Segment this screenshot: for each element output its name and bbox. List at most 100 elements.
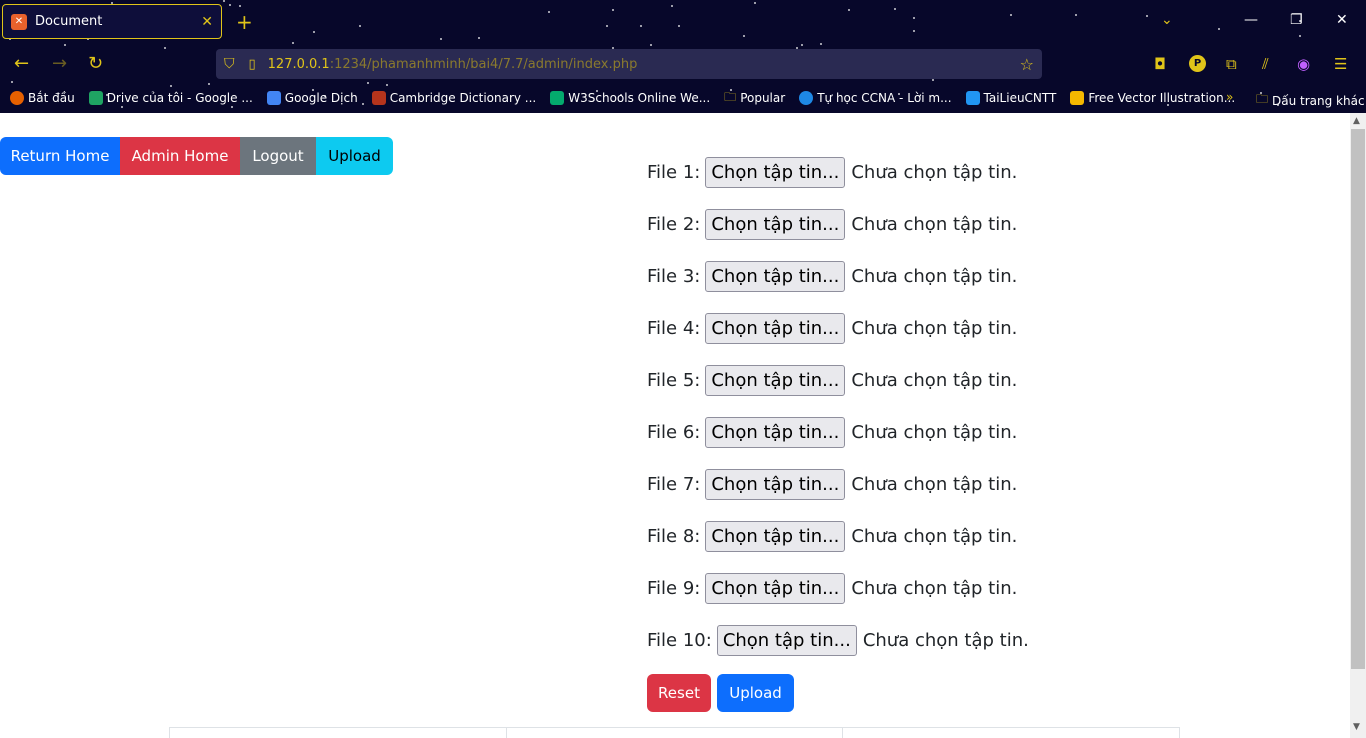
star-decoration — [820, 43, 822, 45]
bookmark-item[interactable]: Drive của tôi - Google ... — [88, 91, 253, 105]
url-bar[interactable]: ⛉ ▯ 127.0.0.1 :1234/phamanhminh/bai4/7.7… — [216, 49, 1042, 79]
extensions-icon[interactable]: ⧉ — [1226, 55, 1237, 73]
forward-icon[interactable]: → — [52, 53, 67, 74]
choose-file-button[interactable]: Chọn tập tin... — [705, 312, 846, 344]
file-label: File 2: — [647, 213, 701, 235]
choose-file-button[interactable]: Chọn tập tin... — [705, 520, 846, 552]
bookmark-item[interactable]: Cambridge Dictionary ... — [371, 91, 536, 105]
file-status: Chưa chọn tập tin. — [851, 369, 1018, 391]
star-decoration — [606, 25, 608, 27]
scroll-up-arrow-icon[interactable]: ▲ — [1353, 116, 1360, 126]
star-decoration — [11, 81, 13, 83]
choose-file-button[interactable]: Chọn tập tin... — [705, 468, 846, 500]
file-status: Chưa chọn tập tin. — [851, 473, 1018, 495]
file-label: File 4: — [647, 317, 701, 339]
choose-file-button[interactable]: Chọn tập tin... — [705, 260, 846, 292]
restore-icon[interactable]: ❐ — [1290, 12, 1303, 28]
star-decoration — [208, 83, 210, 85]
w3schools-icon — [550, 91, 565, 105]
file-input-row: File 8: Chọn tập tin... Chưa chọn tập ti… — [647, 518, 1017, 554]
choose-file-button[interactable]: Chọn tập tin... — [705, 416, 846, 448]
choose-file-button[interactable]: Chọn tập tin... — [705, 208, 846, 240]
bookmark-item[interactable]: Tự học CCNA - Lời m... — [799, 91, 952, 105]
bookmark-item[interactable]: Free Vector Illustration... — [1070, 91, 1235, 105]
star-decoration — [678, 25, 680, 27]
bookmark-star-icon[interactable]: ☆ — [1020, 55, 1034, 74]
broadcast-icon[interactable]: ◉ — [1297, 55, 1310, 73]
xampp-favicon-icon: ✕ — [11, 13, 27, 30]
file-status: Chưa chọn tập tin. — [851, 213, 1018, 235]
star-decoration — [64, 44, 66, 46]
tab-title: Document — [35, 14, 103, 29]
cambridge-icon — [371, 91, 386, 105]
tailieucntt-icon — [965, 91, 980, 105]
reload-icon[interactable]: ↻ — [88, 53, 103, 74]
scroll-down-arrow-icon[interactable]: ▼ — [1353, 722, 1360, 732]
browser-tab[interactable]: ✕ Document ✕ — [2, 4, 222, 39]
file-label: File 1: — [647, 161, 701, 183]
page-content: Return Home Admin Home Logout Upload Fil… — [0, 113, 1350, 738]
file-status: Chưa chọn tập tin. — [851, 577, 1018, 599]
star-decoration — [170, 85, 172, 87]
file-input-row: File 1: Chọn tập tin... Chưa chọn tập ti… — [647, 154, 1017, 190]
file-label: File 3: — [647, 265, 701, 287]
star-decoration — [801, 44, 803, 46]
bookmark-item[interactable]: W3Schools Online We... — [550, 91, 710, 105]
bookmark-item[interactable]: Bắt đầu — [10, 91, 75, 105]
bookmark-item[interactable]: Google Dịch — [266, 91, 358, 105]
choose-file-button[interactable]: Chọn tập tin... — [705, 572, 846, 604]
logout-button[interactable]: Logout — [240, 137, 316, 175]
vertical-scrollbar[interactable]: ▲ ▼ — [1350, 113, 1366, 738]
star-decoration — [754, 2, 756, 4]
file-input-row: File 4: Chọn tập tin... Chưa chọn tập ti… — [647, 310, 1017, 346]
upload-submit-button[interactable]: Upload — [717, 674, 794, 712]
pocket-icon[interactable]: ◘ — [1154, 55, 1166, 73]
file-status: Chưa chọn tập tin. — [851, 161, 1018, 183]
reset-button[interactable]: Reset — [647, 674, 711, 712]
admin-home-button[interactable]: Admin Home — [120, 137, 240, 175]
file-input-row: File 6: Chọn tập tin... Chưa chọn tập ti… — [647, 414, 1017, 450]
file-table — [169, 727, 1180, 738]
choose-file-button[interactable]: Chọn tập tin... — [716, 624, 857, 656]
star-decoration — [913, 30, 915, 32]
scrollbar-thumb[interactable] — [1351, 129, 1365, 669]
back-icon[interactable]: ← — [14, 53, 29, 74]
bookmarks-toolbar: Bắt đầu Drive của tôi - Google ... Googl… — [10, 88, 1235, 108]
table-cell — [843, 728, 1179, 738]
choose-file-button[interactable]: Chọn tập tin... — [705, 364, 846, 396]
star-decoration — [359, 25, 361, 27]
choose-file-button[interactable]: Chọn tập tin... — [705, 156, 846, 188]
library-icon[interactable]: ⫽ — [1262, 55, 1269, 73]
file-input-row: File 9: Chọn tập tin... Chưa chọn tập ti… — [647, 570, 1017, 606]
bookmark-item[interactable]: TaiLieuCNTT — [965, 91, 1056, 105]
star-decoration — [932, 79, 934, 81]
minimize-icon[interactable]: — — [1244, 12, 1258, 28]
tracking-protection-shield-icon[interactable]: ⛉ — [224, 56, 235, 72]
star-decoration — [239, 5, 241, 7]
url-path: :1234/phamanhminh/bai4/7.7/admin/index.p… — [329, 56, 638, 72]
file-label: File 9: — [647, 577, 701, 599]
page-info-icon[interactable]: ▯ — [249, 57, 256, 72]
star-decoration — [640, 25, 642, 27]
url-host: 127.0.0.1 — [267, 56, 330, 72]
nav-upload-button[interactable]: Upload — [316, 137, 393, 175]
star-decoration — [1146, 15, 1148, 17]
star-decoration — [386, 84, 388, 86]
google-drive-icon — [88, 91, 103, 105]
file-label: File 6: — [647, 421, 701, 443]
more-bookmarks-chevron-icon[interactable]: » — [1226, 90, 1233, 104]
star-decoration — [313, 31, 315, 33]
tab-close-icon[interactable]: ✕ — [201, 14, 213, 30]
window-close-icon[interactable]: ✕ — [1336, 12, 1348, 28]
bookmark-folder[interactable]: 🗀 Popular — [724, 88, 785, 109]
file-status: Chưa chọn tập tin. — [851, 525, 1018, 547]
star-decoration — [367, 82, 369, 84]
new-tab-icon[interactable]: + — [236, 10, 253, 34]
list-all-tabs-icon[interactable]: ⌄ — [1161, 12, 1173, 28]
star-decoration — [229, 4, 231, 6]
profile-avatar-icon[interactable]: P — [1189, 55, 1206, 72]
return-home-button[interactable]: Return Home — [0, 137, 120, 175]
other-bookmarks-folder[interactable]: 🗀 Dấu trang khác — [1256, 90, 1365, 111]
star-decoration — [1010, 14, 1012, 16]
menu-icon[interactable]: ☰ — [1334, 55, 1347, 73]
